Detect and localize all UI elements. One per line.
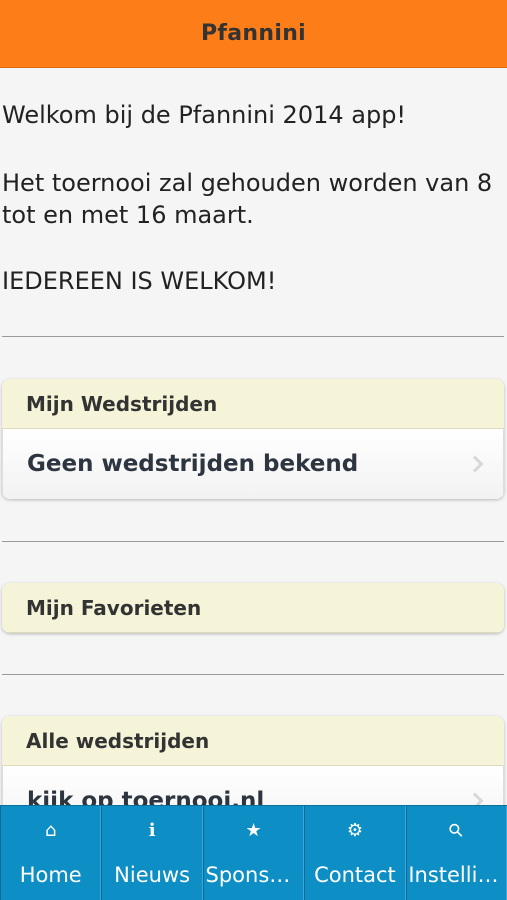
chevron-right-icon (466, 792, 484, 805)
main-content[interactable]: Welkom bij de Pfannini 2014 app! Het toe… (0, 69, 507, 805)
tab-label: Nieuws (114, 863, 191, 887)
search-icon: ⚲ (443, 818, 469, 843)
welcome-text: Welkom bij de Pfannini 2014 app! (2, 101, 407, 129)
my-matches-header: Mijn Wedstrijden (2, 379, 504, 429)
all-matches-row-label: kijk op toernooi.nl (27, 788, 265, 805)
tab-home[interactable]: ⌂ Home (0, 806, 102, 900)
tab-label: Home (19, 863, 82, 887)
divider (2, 336, 504, 337)
info-icon: i (148, 820, 156, 841)
all-matches-row[interactable]: kijk op toernooi.nl (2, 766, 504, 805)
tab-label: Contact (314, 863, 396, 887)
tab-label: Instellingen (408, 863, 505, 887)
tab-bar: ⌂ Home i Nieuws ★ Sponsoren ⚙ Contact ⚲ … (0, 805, 507, 900)
my-matches-row-label: Geen wedstrijden bekend (27, 451, 359, 477)
everyone-welcome-text: IEDEREEN IS WELKOM! (2, 267, 277, 295)
favorites-header: Mijn Favorieten (2, 583, 504, 633)
all-matches-header: Alle wedstrijden (2, 716, 504, 766)
chevron-right-icon (466, 455, 484, 473)
tab-instellingen[interactable]: ⚲ Instellingen (405, 806, 507, 900)
page-title: Pfannini (200, 21, 306, 46)
app-header: Pfannini (0, 0, 507, 68)
my-matches-panel: Mijn Wedstrijden Geen wedstrijden bekend (2, 379, 504, 499)
favorites-panel[interactable]: Mijn Favorieten (2, 583, 504, 633)
tab-label: Sponsoren (205, 863, 302, 887)
gear-icon: ⚙ (346, 820, 363, 841)
my-matches-row[interactable]: Geen wedstrijden bekend (2, 429, 504, 499)
star-icon: ★ (245, 820, 262, 841)
tab-sponsoren[interactable]: ★ Sponsoren (202, 806, 305, 900)
divider (2, 674, 504, 675)
all-matches-panel: Alle wedstrijden kijk op toernooi.nl (2, 716, 504, 805)
tournament-info-text: Het toernooi zal gehouden worden van 8 t… (2, 169, 493, 229)
tab-nieuws[interactable]: i Nieuws (101, 806, 203, 900)
divider (2, 541, 504, 542)
home-icon: ⌂ (44, 820, 57, 841)
tab-contact[interactable]: ⚙ Contact (304, 806, 406, 900)
